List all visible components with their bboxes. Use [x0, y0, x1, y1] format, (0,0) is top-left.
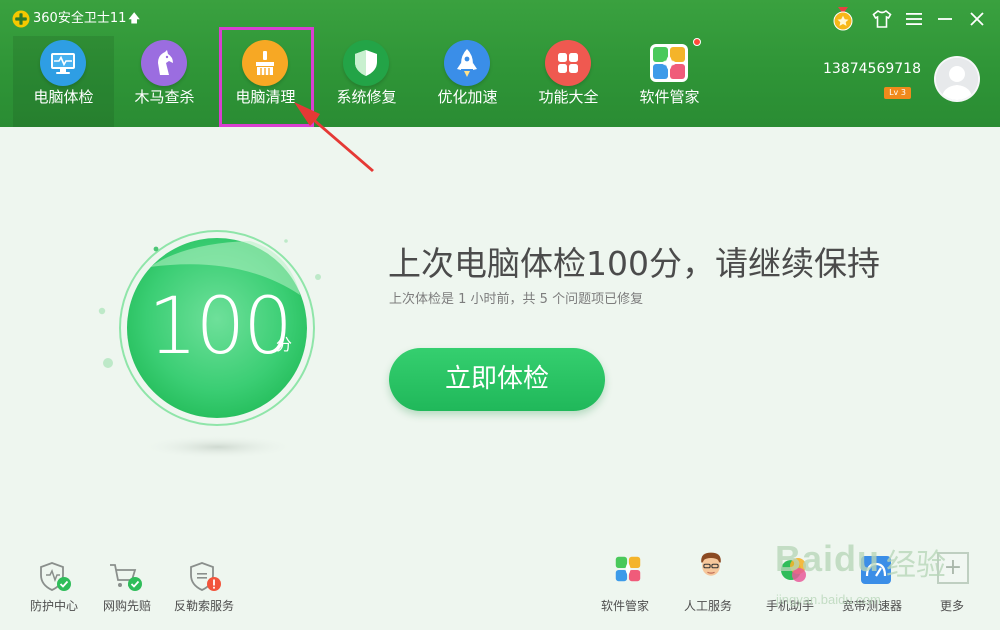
broom-icon: [242, 40, 288, 86]
phone-assistant-icon[interactable]: [778, 554, 812, 586]
support-agent-icon[interactable]: [694, 550, 728, 582]
grid-icon: [545, 40, 591, 86]
shield-check-icon[interactable]: [38, 561, 72, 593]
nav-label: 软件管家: [639, 88, 700, 106]
bottom-label-phone[interactable]: 手机助手: [766, 598, 814, 614]
bottom-label-ransomware[interactable]: 反勒索服务: [174, 598, 234, 614]
minimize-icon[interactable]: [932, 6, 958, 32]
shield-icon: [343, 40, 389, 86]
notification-dot: [693, 38, 701, 46]
score-unit: 分: [276, 335, 293, 354]
software-manager-icon[interactable]: [611, 553, 645, 585]
title-bar: 360安全卫士11 🡅: [0, 0, 1000, 36]
nav-label: 优化加速: [437, 88, 498, 106]
bottom-label-protection[interactable]: 防护中心: [30, 598, 78, 614]
monitor-icon: [40, 40, 86, 86]
shirt-icon[interactable]: [869, 6, 895, 32]
shopping-cart-icon[interactable]: [108, 561, 142, 593]
nav-label: 电脑清理: [235, 88, 296, 106]
speedtest-icon[interactable]: [860, 554, 894, 586]
up-arrow-icon[interactable]: 🡅: [128, 10, 140, 26]
bottom-label-support[interactable]: 人工服务: [684, 598, 732, 614]
user-avatar-icon[interactable]: [934, 56, 980, 102]
shield-alert-icon[interactable]: [188, 561, 222, 593]
nav-item-pc-check[interactable]: 电脑体检: [13, 36, 114, 127]
nav-item-trojan-scan[interactable]: 木马查杀: [114, 36, 215, 127]
nav-item-optimize[interactable]: 优化加速: [417, 36, 518, 127]
app-logo-icon: [12, 10, 30, 28]
nav-item-pc-cleanup[interactable]: 电脑清理: [215, 36, 316, 127]
start-scan-button[interactable]: 立即体检: [389, 348, 605, 411]
nav-label: 木马查杀: [134, 88, 195, 106]
bottom-label-shopping[interactable]: 网购先赔: [103, 598, 151, 614]
medal-icon[interactable]: [830, 6, 856, 32]
bottom-label-more[interactable]: 更多: [940, 598, 964, 614]
score-value: 100: [148, 282, 293, 372]
nav-item-system-repair[interactable]: 系统修复: [316, 36, 417, 127]
menu-icon[interactable]: [901, 6, 927, 32]
nav-label: 系统修复: [336, 88, 397, 106]
nav-label: 电脑体检: [33, 88, 94, 106]
rocket-icon: [444, 40, 490, 86]
account-phone[interactable]: 13874569718: [823, 60, 921, 78]
nav-label: 功能大全: [538, 88, 599, 106]
horse-icon: [141, 40, 187, 86]
app-title: 360安全卫士11: [33, 11, 127, 26]
level-badge: Lv 3: [884, 87, 911, 99]
bottom-label-speedtest[interactable]: 宽带测速器: [842, 598, 902, 614]
header-bar: 360安全卫士11 🡅 电脑体检 木马查杀 电脑清理 系统修复 优化加速 功能大…: [0, 0, 1000, 127]
nav-item-software-manager[interactable]: 软件管家: [619, 36, 720, 127]
nav-item-all-functions[interactable]: 功能大全: [518, 36, 619, 127]
close-icon[interactable]: [964, 6, 990, 32]
plus-icon[interactable]: +: [937, 552, 969, 584]
status-headline: 上次电脑体检100分，请继续保持: [388, 244, 880, 283]
software-manager-icon: [646, 40, 692, 86]
status-detail: 上次体检是 1 小时前，共 5 个问题项已修复: [389, 292, 644, 307]
main-nav: 电脑体检 木马查杀 电脑清理 系统修复 优化加速 功能大全 软件管家: [13, 36, 720, 127]
bottom-label-software[interactable]: 软件管家: [601, 598, 649, 614]
